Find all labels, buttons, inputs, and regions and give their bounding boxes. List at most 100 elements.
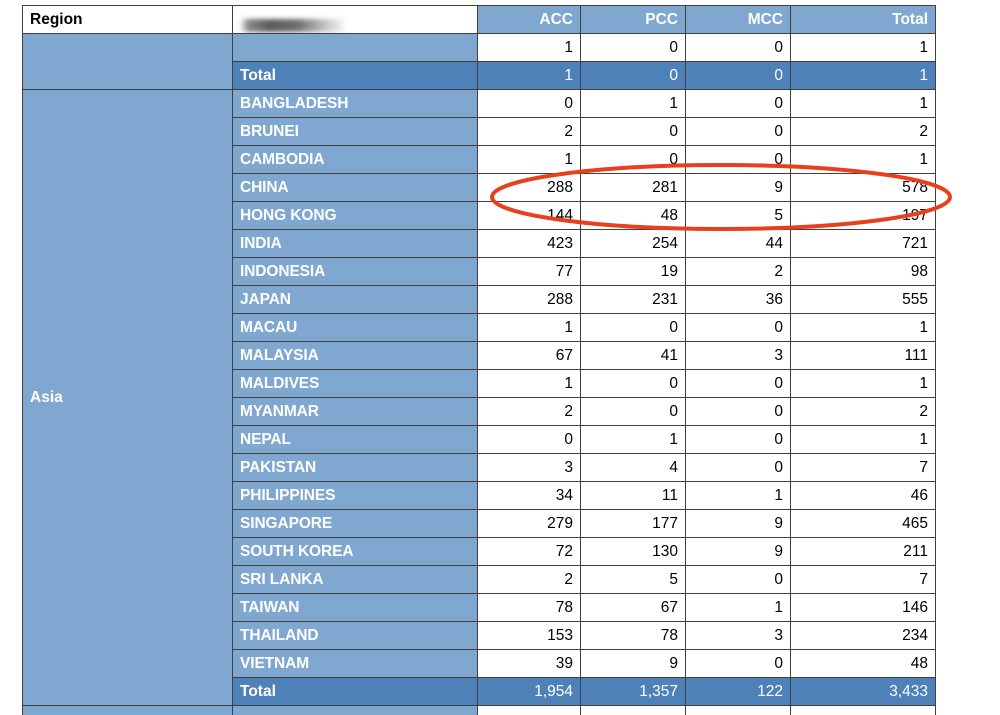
total-row-label: Total (232, 61, 478, 90)
value-mcc: 0 (685, 453, 791, 482)
region-cell-blank (22, 33, 233, 90)
value-acc: 423 (477, 229, 581, 258)
value-mcc: 0 (685, 565, 791, 594)
value-pcc: 41 (580, 341, 686, 370)
country-cell-china: CHINA (232, 173, 478, 202)
header-region-label: Region (22, 5, 233, 34)
country-cell-maldives: MALDIVES (232, 369, 478, 398)
country-cell-india: INDIA (232, 229, 478, 258)
value-pcc: 1 (580, 425, 686, 454)
value-total: 1 (790, 425, 936, 454)
country-cell-clipped (232, 705, 478, 715)
value-total: 578 (790, 173, 936, 202)
value-pcc: 0 (580, 313, 686, 342)
region-cell-asia: Asia (22, 89, 233, 706)
value-total: 1 (790, 33, 936, 62)
value-total: 2 (790, 117, 936, 146)
value-total: 98 (790, 257, 936, 286)
country-cell-macau: MACAU (232, 313, 478, 342)
total-value-acc: 1,954 (477, 677, 581, 706)
value-total: 7 (790, 565, 936, 594)
value-total: 1 (790, 89, 936, 118)
table-header-row: Region ACC PCC MCC Total (22, 5, 936, 34)
header-measure-pcc: PCC (580, 5, 686, 34)
value-acc: 153 (477, 621, 581, 650)
country-cell-nepal: NEPAL (232, 425, 478, 454)
country-cell-brunei: BRUNEI (232, 117, 478, 146)
value-pcc: 11 (580, 481, 686, 510)
value-pcc: 9 (580, 649, 686, 678)
value-acc: 77 (477, 257, 581, 286)
value-clipped-0 (477, 705, 581, 715)
value-acc: 2 (477, 117, 581, 146)
pivot-table: Region ACC PCC MCC Total 1 0 0 1 Total 1 0 0 1 Asia BAN… (22, 5, 936, 715)
value-acc: 279 (477, 509, 581, 538)
header-measure-mcc: MCC (685, 5, 791, 34)
redacted-text-blur (240, 19, 345, 32)
value-pcc: 231 (580, 285, 686, 314)
header-measure-total: Total (790, 5, 936, 34)
value-acc: 3 (477, 453, 581, 482)
value-total: 48 (790, 649, 936, 678)
value-mcc: 3 (685, 621, 791, 650)
country-cell-pakistan: PAKISTAN (232, 453, 478, 482)
value-pcc: 177 (580, 509, 686, 538)
value-mcc: 0 (685, 649, 791, 678)
value-mcc: 0 (685, 369, 791, 398)
value-acc: 1 (477, 369, 581, 398)
value-mcc: 0 (685, 145, 791, 174)
country-cell-bangladesh: BANGLADESH (232, 89, 478, 118)
total-value-total: 3,433 (790, 677, 936, 706)
country-cell-sri-lanka: SRI LANKA (232, 565, 478, 594)
value-total: 7 (790, 453, 936, 482)
value-pcc: 0 (580, 117, 686, 146)
country-cell-south-korea: SOUTH KOREA (232, 537, 478, 566)
value-acc: 78 (477, 593, 581, 622)
value-total: 234 (790, 621, 936, 650)
value-acc: 1 (477, 33, 581, 62)
value-pcc: 48 (580, 201, 686, 230)
value-pcc: 78 (580, 621, 686, 650)
value-acc: 288 (477, 285, 581, 314)
country-cell-indonesia: INDONESIA (232, 257, 478, 286)
value-pcc: 19 (580, 257, 686, 286)
value-pcc: 130 (580, 537, 686, 566)
header-redacted-cell (232, 5, 478, 34)
value-total: 46 (790, 481, 936, 510)
value-mcc: 9 (685, 173, 791, 202)
value-mcc: 0 (685, 397, 791, 426)
value-pcc: 1 (580, 89, 686, 118)
value-acc: 1 (477, 145, 581, 174)
value-pcc: 5 (580, 565, 686, 594)
value-clipped-1 (580, 705, 686, 715)
total-value-pcc: 0 (580, 61, 686, 90)
value-total: 1 (790, 313, 936, 342)
value-total: 465 (790, 509, 936, 538)
value-total: 1 (790, 145, 936, 174)
country-cell-myanmar: MYANMAR (232, 397, 478, 426)
table-row: 1001 (22, 33, 936, 90)
value-clipped-2 (685, 705, 791, 715)
value-pcc: 254 (580, 229, 686, 258)
value-mcc: 36 (685, 285, 791, 314)
value-mcc: 5 (685, 201, 791, 230)
value-total: 197 (790, 201, 936, 230)
value-acc: 2 (477, 565, 581, 594)
value-acc: 34 (477, 481, 581, 510)
value-pcc: 0 (580, 397, 686, 426)
country-cell-thailand: THAILAND (232, 621, 478, 650)
country-cell-blank (232, 33, 478, 62)
value-acc: 144 (477, 201, 581, 230)
value-mcc: 2 (685, 257, 791, 286)
country-cell-malaysia: MALAYSIA (232, 341, 478, 370)
value-total: 1 (790, 369, 936, 398)
header-measure-acc: ACC (477, 5, 581, 34)
region-cell-clipped (22, 705, 233, 715)
value-mcc: 0 (685, 117, 791, 146)
value-pcc: 0 (580, 369, 686, 398)
table-body: Region ACC PCC MCC Total 1 0 0 1 Total 1 0 0 1 Asia BAN… (22, 5, 936, 715)
country-cell-japan: JAPAN (232, 285, 478, 314)
value-acc: 72 (477, 537, 581, 566)
total-value-pcc: 1,357 (580, 677, 686, 706)
value-mcc: 3 (685, 341, 791, 370)
